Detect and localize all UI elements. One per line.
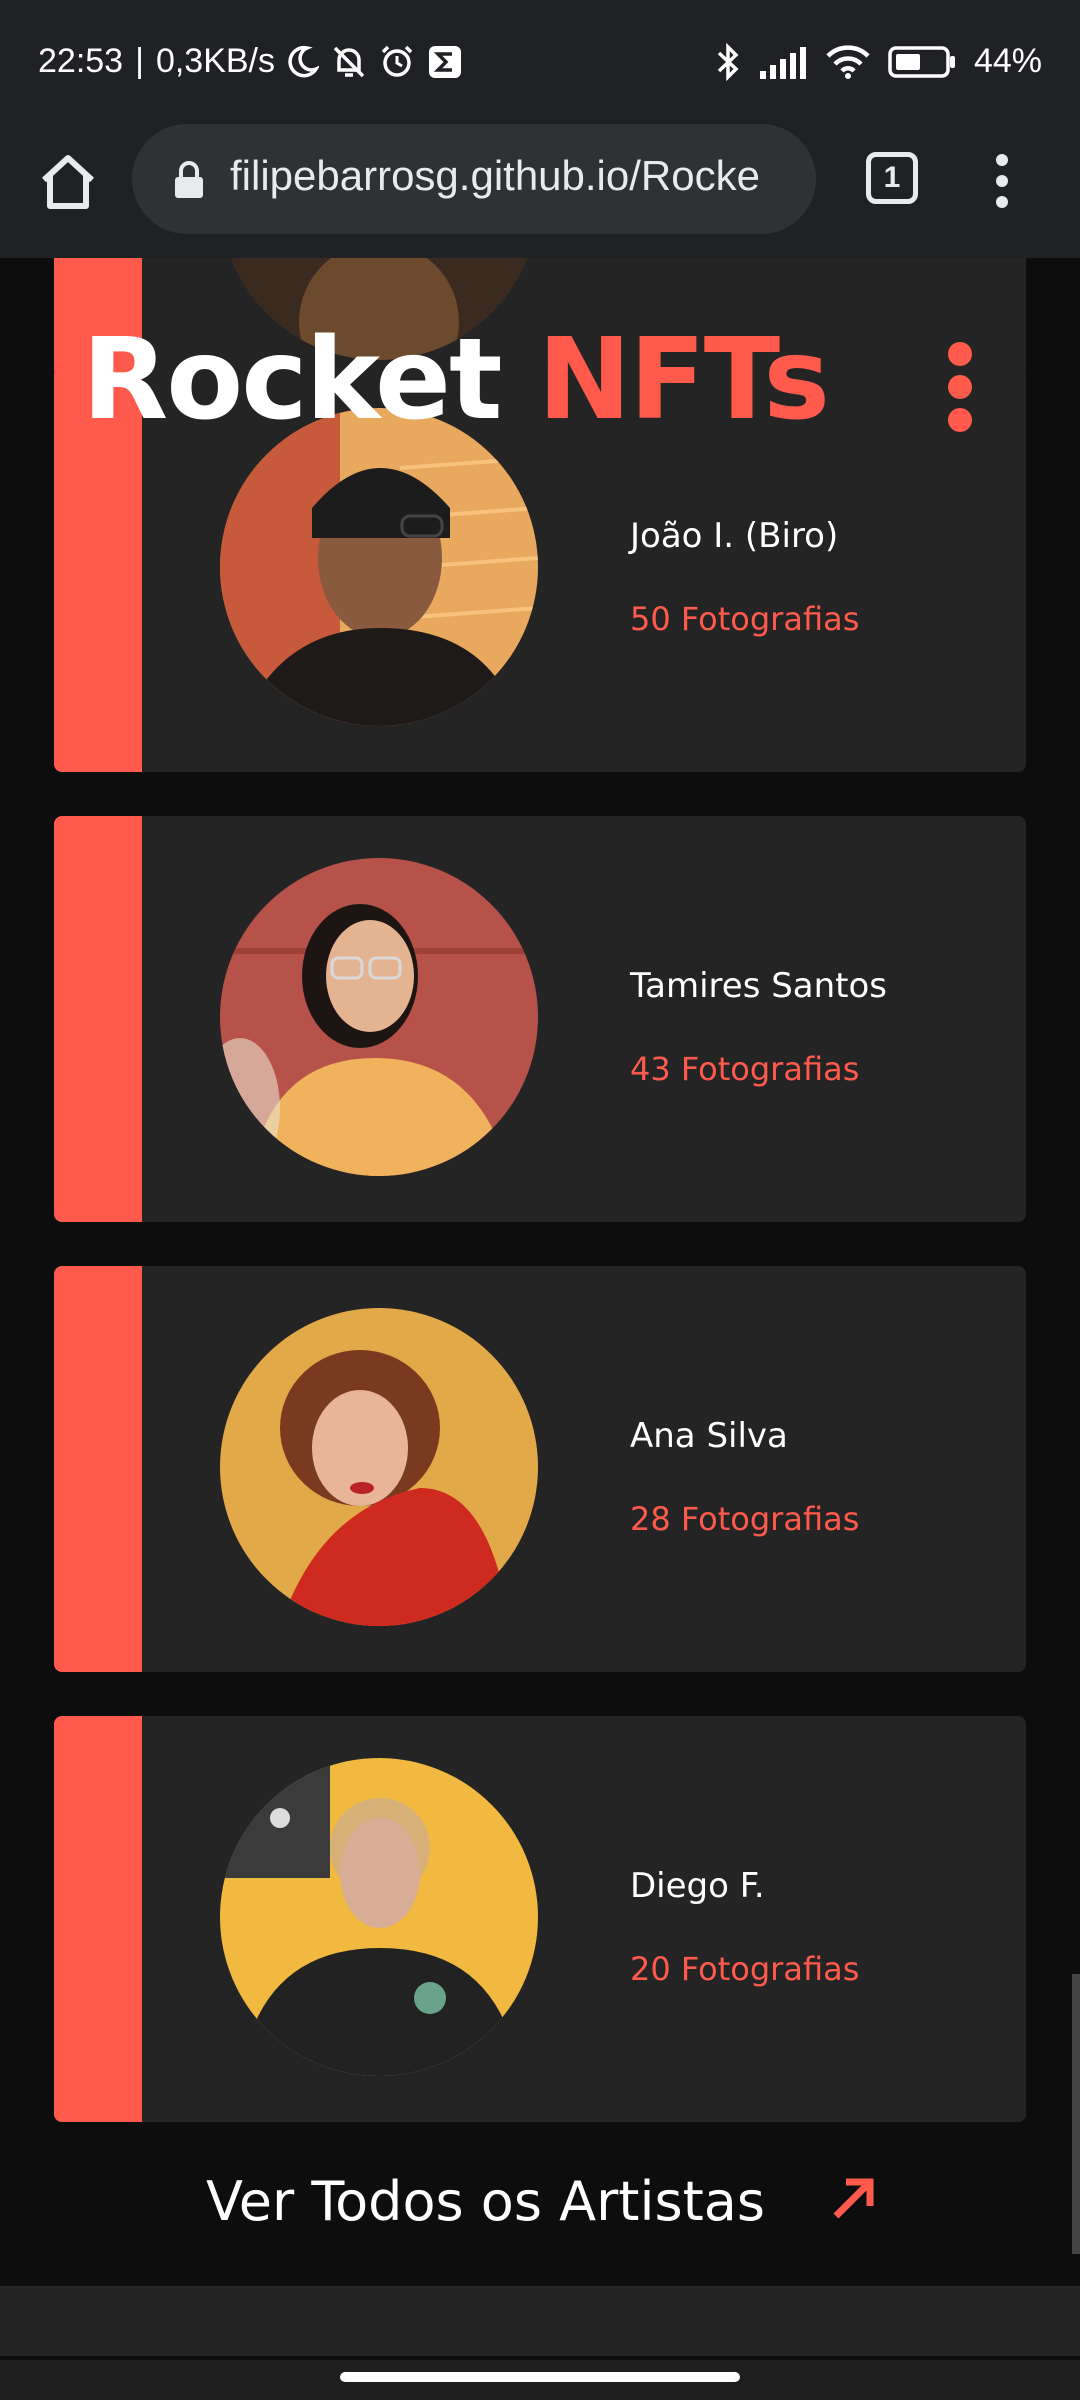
logo-word-nfts: NFTs (537, 315, 830, 445)
browser-menu-icon[interactable] (994, 154, 1010, 210)
moon-icon (288, 45, 320, 77)
address-bar[interactable]: filipebarrosg.github.io/Rocke (132, 124, 816, 234)
status-bar: 22:53 | 0,3KB/s 44% (0, 0, 1080, 124)
home-icon[interactable] (36, 150, 100, 214)
artist-name: João I. (Biro) (630, 516, 839, 556)
bell-off-icon (333, 46, 365, 77)
clock: 22:53 (38, 42, 124, 80)
browser-toolbar: filipebarrosg.github.io/Rocke 1 (0, 124, 1080, 260)
artist-card[interactable]: Ana Silva 28 Fotografias (54, 1266, 1026, 1672)
artist-photo (220, 408, 538, 726)
view-all-artists-link[interactable]: Ver Todos os Artistas (206, 2170, 765, 2233)
arrow-up-right-icon[interactable] (826, 2170, 882, 2226)
artist-photo (220, 1758, 538, 2076)
home-gesture-handle[interactable] (340, 2372, 740, 2382)
artist-photo (220, 1308, 538, 1626)
gesture-nav-bar (0, 2360, 1080, 2400)
page-footer (0, 2286, 1080, 2356)
status-left: 22:53 | 0,3KB/s (38, 42, 463, 81)
battery-percent: 44% (973, 42, 1042, 80)
card-accent-bar (54, 816, 142, 1222)
artist-name: Tamires Santos (630, 966, 888, 1006)
wifi-icon (826, 44, 870, 79)
battery-icon (888, 45, 955, 78)
page-content: João I. (Biro) 50 Fotografias Rocket NFT… (0, 258, 1080, 2285)
artist-card[interactable]: Tamires Santos 43 Fotografias (54, 816, 1026, 1222)
separator: | (135, 42, 144, 80)
lock-icon (175, 161, 203, 198)
site-logo[interactable]: Rocket NFTs (82, 324, 830, 436)
artist-photo-count: 20 Fotografias (630, 1950, 860, 1988)
sigma-app-icon (429, 45, 462, 78)
scrollbar-thumb[interactable] (1072, 1974, 1080, 2254)
artist-photo-count: 43 Fotografias (630, 1050, 860, 1088)
site-menu-icon[interactable] (948, 342, 974, 432)
network-speed: 0,3KB/s (155, 42, 276, 80)
signal-icon (759, 46, 806, 79)
artist-photo-count: 28 Fotografias (630, 1500, 860, 1538)
artist-card[interactable]: Diego F. 20 Fotografias (54, 1716, 1026, 2122)
status-right: 44% (716, 42, 1042, 81)
alarm-icon (381, 45, 413, 77)
artist-photo (220, 858, 538, 1176)
artist-name: Diego F. (630, 1866, 765, 1906)
artist-photo-count: 50 Fotografias (630, 600, 860, 638)
card-accent-bar (54, 1716, 142, 2122)
url-text[interactable]: filipebarrosg.github.io/Rocke (230, 152, 790, 200)
bluetooth-icon (717, 42, 739, 81)
artist-name: Ana Silva (630, 1416, 788, 1456)
logo-word-rocket: Rocket (82, 315, 503, 445)
tab-switcher-button[interactable]: 1 (866, 152, 918, 204)
card-accent-bar (54, 1266, 142, 1672)
